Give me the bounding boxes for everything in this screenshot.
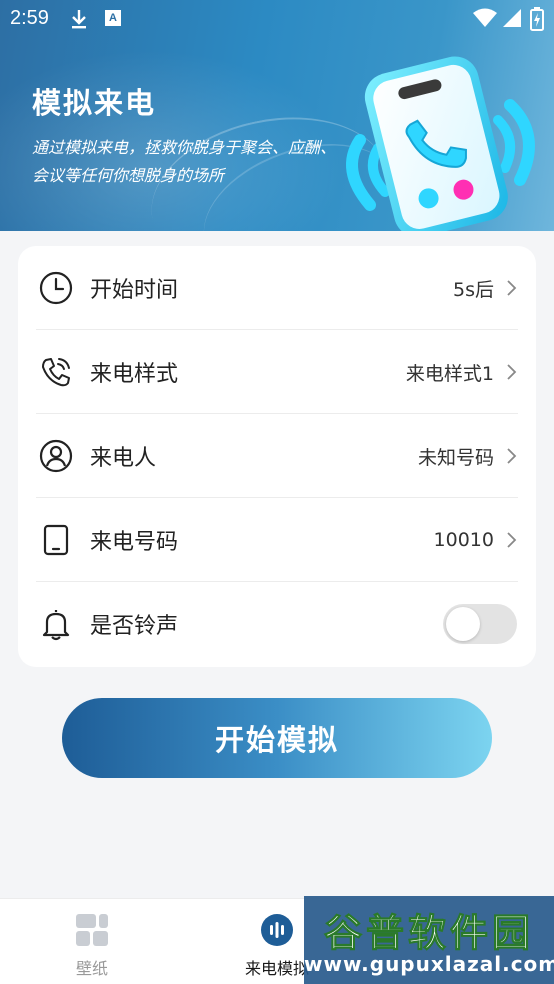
start-simulation-button[interactable]: 开始模拟 bbox=[62, 698, 492, 778]
battery-icon bbox=[530, 7, 544, 31]
a-icon: A bbox=[105, 10, 121, 26]
wifi-icon bbox=[473, 8, 497, 27]
caller-row[interactable]: 来电人 未知号码 bbox=[36, 414, 518, 498]
watermark-title: 谷普软件园 bbox=[323, 911, 534, 956]
download-icon bbox=[72, 10, 86, 29]
caller-number-label: 来电号码 bbox=[90, 530, 179, 555]
status-time: 2:59 bbox=[10, 7, 49, 29]
ringtone-toggle[interactable] bbox=[443, 604, 517, 644]
caller-number-row[interactable]: 来电号码 10010 bbox=[36, 498, 518, 582]
tablet-icon bbox=[43, 524, 69, 556]
start-time-row[interactable]: 开始时间 5s后 bbox=[36, 246, 518, 330]
signal-icon bbox=[503, 9, 521, 27]
start-time-value: 5s后 bbox=[453, 278, 494, 301]
user-icon bbox=[39, 439, 73, 473]
toggle-knob bbox=[446, 607, 480, 641]
site-watermark: 谷普软件园 www.gupuxlazal.com bbox=[304, 896, 554, 984]
call-style-value: 来电样式1 bbox=[405, 362, 494, 385]
caller-number-value: 10010 bbox=[433, 529, 494, 551]
call-sim-icon bbox=[261, 914, 293, 946]
caller-value: 未知号码 bbox=[417, 446, 494, 469]
clock-icon bbox=[39, 271, 73, 305]
caller-label: 来电人 bbox=[90, 446, 157, 471]
nav-label-wallpaper: 壁纸 bbox=[75, 959, 108, 978]
wallpaper-icon bbox=[76, 914, 108, 946]
status-bar: 2:59 A bbox=[0, 0, 554, 38]
hero-banner: 2:59 A 模拟来电 通过模拟来电，拯救你脱身于聚会、应酬、会议等任何你想脱身… bbox=[0, 0, 554, 231]
hero-title: 模拟来电 bbox=[32, 86, 157, 120]
chevron-right-icon bbox=[507, 532, 517, 548]
chevron-right-icon bbox=[507, 364, 517, 380]
call-style-label: 来电样式 bbox=[90, 362, 179, 387]
settings-card: 开始时间 5s后 来电样式 来电样式1 来电人 未知号码 来电号码 10010 … bbox=[18, 246, 536, 667]
nav-item-wallpaper[interactable]: 壁纸 bbox=[32, 899, 152, 984]
call-style-row[interactable]: 来电样式 来电样式1 bbox=[36, 330, 518, 414]
bell-icon bbox=[42, 610, 70, 641]
ringtone-row: 是否铃声 bbox=[36, 582, 518, 666]
chevron-right-icon bbox=[507, 448, 517, 464]
ringtone-label: 是否铃声 bbox=[90, 614, 179, 639]
watermark-url: www.gupuxlazal.com bbox=[304, 952, 554, 976]
chevron-right-icon bbox=[507, 280, 517, 296]
hero-subtitle: 通过模拟来电，拯救你脱身于聚会、应酬、会议等任何你想脱身的场所 bbox=[32, 138, 337, 185]
start-time-label: 开始时间 bbox=[90, 278, 179, 303]
phone-call-icon bbox=[42, 358, 70, 387]
phone-ringing-illustration bbox=[346, 56, 535, 231]
